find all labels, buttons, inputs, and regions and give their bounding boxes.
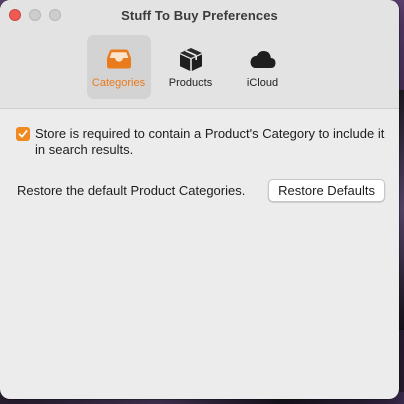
tab-products-label: Products [168,77,213,89]
store-category-checkbox[interactable] [16,127,30,141]
store-category-label: Store is required to contain a Product's… [35,126,385,157]
tray-icon [105,46,133,72]
box-icon [177,46,205,72]
restore-defaults-button[interactable]: Restore Defaults [268,179,385,202]
desktop-background: Stuff To Buy Preferences Categories Prod… [0,0,404,404]
checkmark-icon [18,130,28,138]
titlebar: Stuff To Buy Preferences Categories Prod… [0,0,399,109]
restore-defaults-setting: Restore the default Product Categories. … [17,179,385,202]
tab-icloud[interactable]: iCloud [231,35,295,99]
restore-description: Restore the default Product Categories. [17,183,246,198]
tab-icloud-label: iCloud [246,77,279,89]
preferences-window: Stuff To Buy Preferences Categories Prod… [0,0,399,399]
preferences-toolbar: Categories Products iCloud [0,35,399,99]
tab-categories-label: Categories [91,77,146,89]
cloud-icon [249,46,277,72]
store-category-setting: Store is required to contain a Product's… [16,126,385,158]
window-title: Stuff To Buy Preferences [121,8,278,23]
tab-categories[interactable]: Categories [86,35,151,99]
tab-products[interactable]: Products [159,35,223,99]
